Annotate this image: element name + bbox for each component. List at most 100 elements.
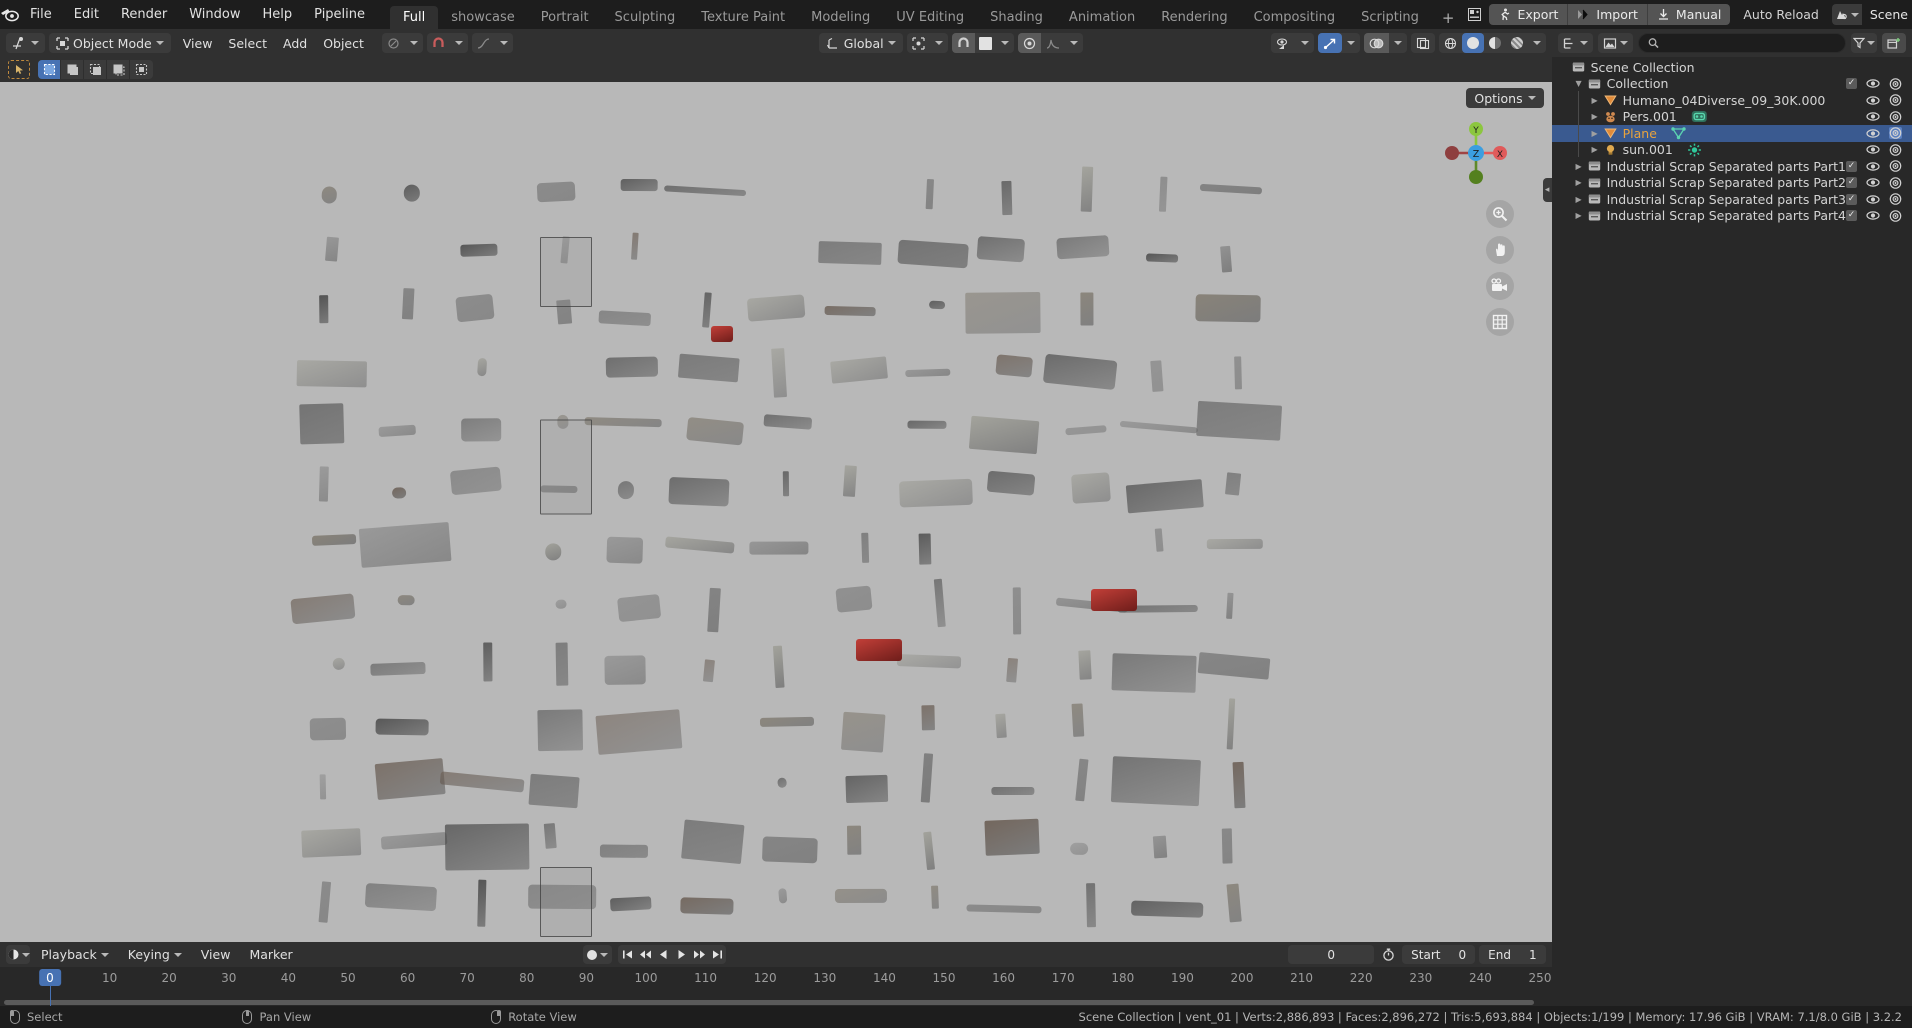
use-preview-range-icon[interactable] [1378,945,1398,964]
hide-in-viewport-icon[interactable] [1866,111,1880,122]
chevron-down-icon[interactable] [1296,33,1314,53]
workspace-tab-rendering[interactable]: Rendering [1148,6,1240,29]
workspace-tab-sculpting[interactable]: Sculpting [602,6,689,29]
play-button[interactable] [672,945,690,964]
outliner-search-input[interactable] [1664,36,1836,50]
workspace-tab-uv-editing[interactable]: UV Editing [883,6,977,29]
chevron-down-icon[interactable] [1389,33,1407,53]
pivot-point-icon[interactable] [907,33,930,53]
object-visibility-icon[interactable] [1271,33,1296,53]
menu-help[interactable]: Help [252,0,304,29]
camera-data-icon[interactable] [1691,109,1708,124]
wireframe-shading-button[interactable] [1439,33,1462,53]
workspace-tab-shading[interactable]: Shading [977,6,1056,29]
new-collection-button[interactable] [1882,33,1906,53]
transform-orientation-dropdown[interactable]: Global [818,33,903,53]
exclude-checkbox[interactable] [1846,78,1857,90]
chevron-right-icon[interactable]: ▶ [1588,129,1602,138]
chevron-right-icon[interactable]: ▶ [1588,145,1602,154]
proportional-edit-button[interactable] [382,33,405,53]
sidebar-collapse-arrow[interactable]: ◂ [1542,178,1552,202]
timeline-playhead[interactable]: 0 [39,969,61,986]
snap-target-swatch[interactable] [975,33,996,53]
disable-in-renders-icon[interactable] [1889,193,1902,206]
exclude-checkbox[interactable] [1846,193,1857,205]
menu-render[interactable]: Render [110,0,178,29]
add-workspace-button[interactable]: + [1432,6,1465,29]
scene-icon[interactable] [1831,4,1862,25]
chevron-right-icon[interactable]: ▶ [1572,195,1586,204]
show-overlays-toggle[interactable] [1363,33,1389,53]
outliner-row[interactable]: ▶ sun.001 [1552,142,1912,159]
snap-magnet-icon[interactable] [427,33,450,53]
camera-view-icon[interactable] [1485,272,1514,300]
viewport-menu-view[interactable]: View [175,33,221,53]
toggle-xray-button[interactable] [1411,33,1435,53]
menu-edit[interactable]: Edit [63,0,110,29]
disable-in-renders-icon[interactable] [1889,127,1902,140]
select-subtract-button[interactable] [84,60,107,79]
disable-in-renders-icon[interactable] [1889,110,1902,123]
outliner-display-mode-button[interactable] [1597,33,1633,53]
options-button[interactable]: Options [1466,88,1544,108]
manual-button[interactable]: Manual [1648,4,1730,25]
outliner-search-box[interactable] [1637,33,1846,53]
outliner-row[interactable]: ▶ Plane [1551,125,1912,142]
chevron-right-icon[interactable]: ▶ [1572,178,1586,187]
navigation-gizmo[interactable]: Y X Z [1440,117,1512,189]
auto-keying-group[interactable] [583,945,613,964]
import-button[interactable]: Import [1568,4,1648,25]
disable-in-renders-icon[interactable] [1889,209,1902,222]
hide-in-viewport-icon[interactable] [1866,194,1880,205]
outliner-row[interactable]: ▶ Industrial Scrap Separated parts Part3 [1552,191,1912,208]
disable-in-renders-icon[interactable] [1889,176,1902,189]
timeline-view-menu[interactable]: View [193,945,239,964]
scene-name-field[interactable]: Scene [1861,4,1912,25]
tweak-tool-button[interactable] [8,60,30,79]
hide-in-viewport-icon[interactable] [1866,144,1880,155]
outliner-editor-type-button[interactable] [1557,33,1593,53]
exclude-checkbox[interactable] [1846,210,1857,222]
timeline-editor-type-button[interactable] [6,945,30,964]
previous-keyframe-button[interactable] [636,945,654,964]
chevron-right-icon[interactable]: ▶ [1572,162,1586,171]
outliner-row[interactable]: ▶ Pers.001 [1552,109,1912,126]
next-keyframe-button[interactable] [690,945,708,964]
disable-in-renders-icon[interactable] [1889,143,1902,156]
chevron-down-icon[interactable] [405,33,423,53]
hide-in-viewport-icon[interactable] [1866,128,1880,139]
exclude-checkbox[interactable] [1846,177,1857,189]
hide-in-viewport-icon[interactable] [1866,161,1880,172]
frame-start-field[interactable]: Start 0 [1402,945,1476,964]
outliner-row[interactable]: ▶ Industrial Scrap Separated parts Part4 [1552,208,1912,225]
current-frame-field[interactable]: 0 [1288,945,1375,964]
select-extend-button[interactable] [61,60,84,79]
chevron-down-icon[interactable] [1528,33,1546,53]
menu-window[interactable]: Window [178,0,251,29]
hide-in-viewport-icon[interactable] [1866,210,1880,221]
disable-in-renders-icon[interactable] [1889,77,1902,90]
jump-to-start-button[interactable] [618,945,636,964]
playback-menu[interactable]: Playback [33,945,117,964]
chevron-down-icon[interactable] [996,33,1014,53]
falloff-curve-icon[interactable] [472,33,495,53]
workspace-tab-scripting[interactable]: Scripting [1348,6,1432,29]
outliner-row[interactable]: Scene Collection [1552,59,1912,76]
menu-pipeline[interactable]: Pipeline [303,0,376,29]
toggle-orthographic-icon[interactable] [1485,308,1514,336]
play-reverse-button[interactable] [654,945,672,964]
chevron-right-icon[interactable]: ▶ [1588,96,1602,105]
marker-menu[interactable]: Marker [241,945,300,964]
hide-in-viewport-icon[interactable] [1866,78,1880,89]
workspace-tab-modeling[interactable]: Modeling [798,6,883,29]
workspace-tab-showcase[interactable]: showcase [438,6,527,29]
viewport-menu-add[interactable]: Add [275,33,315,53]
select-invert-button[interactable] [107,60,130,79]
exclude-checkbox[interactable] [1846,160,1857,172]
frame-end-field[interactable]: End 1 [1479,945,1546,964]
falloff-icon[interactable] [1041,33,1065,53]
chevron-down-icon[interactable] [930,33,948,53]
workspace-tab-portrait[interactable]: Portrait [528,6,602,29]
select-intersect-button[interactable] [130,60,153,79]
viewport-menu-object[interactable]: Object [315,33,372,53]
